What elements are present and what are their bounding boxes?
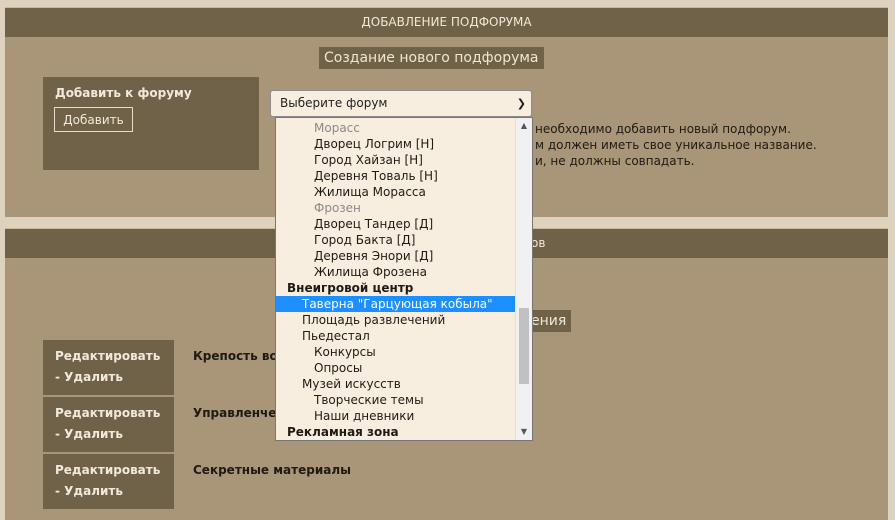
delete-link[interactable]: - Удалить [55, 427, 123, 441]
dropdown-option[interactable]: Деревня Энори [Д] [276, 248, 515, 264]
dropdown-option[interactable]: Наши дневники [276, 408, 515, 424]
dropdown-option: Фрозен [314, 201, 361, 215]
forum-name: Управленче [193, 406, 277, 420]
dropdown-option: Морасс [314, 121, 360, 135]
add-subforum-header: ДОБАВЛЕНИЕ ПОДФОРУМА [5, 8, 888, 37]
dropdown-option[interactable]: Пьедестал [276, 328, 515, 344]
edit-link[interactable]: Редактировать [55, 349, 160, 363]
add-button[interactable]: Добавить [54, 107, 133, 132]
dropdown-option[interactable]: Опросы [276, 360, 515, 376]
dropdown-option[interactable]: Музей искусств [276, 376, 515, 392]
table-row: Секретные материалы [181, 454, 837, 509]
dropdown-option[interactable]: Город Бакта [Д] [276, 232, 515, 248]
subforum-list-header: ов [531, 236, 546, 250]
dropdown-option[interactable]: Творческие темы [276, 392, 515, 408]
scroll-up-icon[interactable]: ▲ [516, 118, 532, 134]
delete-link[interactable]: - Удалить [55, 370, 123, 384]
forum-select[interactable]: Выберите форум ❯ [270, 90, 532, 117]
delete-link[interactable]: - Удалить [55, 484, 123, 498]
help-text-line-1: необходимо добавить новый подфорум. [535, 122, 791, 136]
add-to-forum-label: Добавить к форуму [55, 86, 192, 100]
chevron-down-icon: ❯ [516, 97, 526, 110]
create-subforum-title: Создание нового подфорума [319, 47, 544, 69]
forum-name: Крепость во [193, 349, 278, 363]
dropdown-option[interactable]: Деревня Товаль [Н] [276, 168, 515, 184]
dropdown-scrollbar[interactable]: ▲ ▼ [515, 118, 532, 440]
dropdown-option[interactable]: Площадь развлечений [276, 312, 515, 328]
forum-name: Секретные материалы [193, 463, 351, 477]
dropdown-option[interactable]: Город Хайзан [Н] [276, 152, 515, 168]
help-text-line-3: и, не должны совпадать. [535, 154, 695, 168]
dropdown-option[interactable]: Дворец Логрим [Н] [276, 136, 515, 152]
row-actions-1: Редактировать - Удалить [43, 340, 174, 395]
row-actions-2: Редактировать - Удалить [43, 397, 174, 452]
row-actions-3: Редактировать - Удалить [43, 454, 174, 509]
dropdown-group-header: Внеигровой центр [287, 281, 414, 295]
help-text-line-2: м должен иметь свое уникальное название. [535, 138, 817, 152]
dropdown-group-header: Рекламная зона [287, 425, 399, 439]
scroll-down-icon[interactable]: ▼ [516, 424, 532, 440]
forum-select-dropdown[interactable]: ▲ ▼ Морасс Дворец Логрим [Н] Город Хайзан … [275, 117, 533, 441]
edit-link[interactable]: Редактировать [55, 406, 160, 420]
edit-link[interactable]: Редактировать [55, 463, 160, 477]
forum-select-value: Выберите форум [280, 96, 388, 110]
dropdown-option[interactable]: Дворец Тандер [Д] [276, 216, 515, 232]
dropdown-option[interactable]: Жилища Морасса [276, 184, 515, 200]
dropdown-option[interactable]: Жилища Фрозена [276, 264, 515, 280]
dropdown-option[interactable]: Таверна "Гарцующая кобыла" [276, 296, 515, 312]
add-form-label-cell: Добавить к форуму Добавить [43, 77, 259, 170]
scroll-thumb[interactable] [519, 308, 529, 384]
dropdown-option[interactable]: Конкурсы [276, 344, 515, 360]
